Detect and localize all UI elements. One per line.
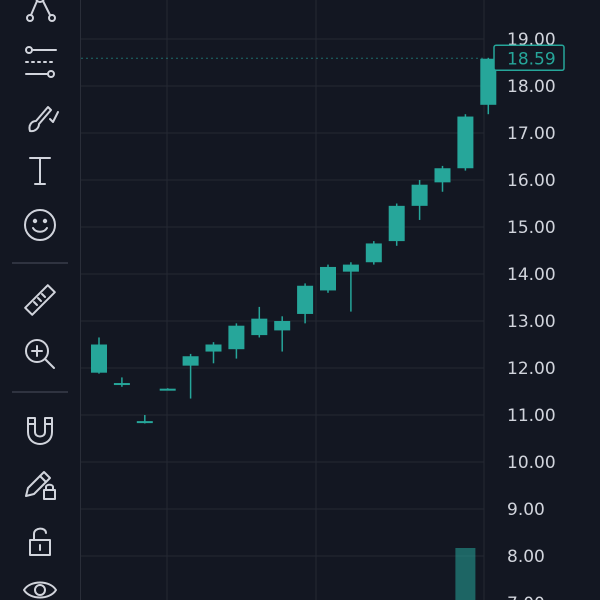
price-tick-label: 18.00 bbox=[507, 77, 556, 97]
candle-body bbox=[113, 383, 130, 386]
tool-visibility[interactable] bbox=[15, 568, 65, 600]
candle-body bbox=[274, 321, 291, 331]
price-tick-label: 7.00 bbox=[507, 594, 545, 600]
magnet-icon bbox=[27, 417, 53, 445]
candle-body bbox=[182, 356, 199, 366]
price-tick-label: 9.00 bbox=[507, 500, 545, 520]
candle-body bbox=[320, 266, 336, 291]
tool-unlock[interactable] bbox=[15, 520, 65, 564]
price-tick-label: 12.00 bbox=[507, 359, 556, 379]
toolbar-separator bbox=[12, 391, 68, 393]
last-price-label: 18.59 bbox=[507, 49, 556, 69]
tool-trend-line[interactable] bbox=[15, 0, 65, 30]
candle-body bbox=[251, 318, 268, 336]
price-tick-label: 8.00 bbox=[507, 547, 545, 567]
tool-brush[interactable] bbox=[15, 95, 65, 139]
candle-body bbox=[411, 184, 428, 206]
candle-body bbox=[434, 168, 451, 183]
trend-line-icon bbox=[26, 0, 56, 22]
price-tick-label: 17.00 bbox=[507, 124, 556, 144]
candle-body bbox=[159, 388, 176, 391]
price-tick-label: 13.00 bbox=[507, 312, 556, 332]
price-chart[interactable]: 19.0018.0017.0016.0015.0014.0013.0012.00… bbox=[81, 0, 600, 600]
tool-ruler[interactable] bbox=[15, 278, 65, 322]
emoji-icon bbox=[24, 209, 56, 241]
tool-fib-retracement[interactable] bbox=[15, 40, 65, 84]
candle-body bbox=[342, 264, 359, 272]
unlock-icon bbox=[29, 527, 51, 556]
price-tick-label: 15.00 bbox=[507, 218, 556, 238]
eye-icon bbox=[23, 581, 57, 599]
candle-body bbox=[297, 285, 314, 314]
chart-app: 19.00 18.00 17.00 16.00 15.00 14.00 13.00 12.00… bbox=[0, 0, 600, 600]
candle-body bbox=[457, 116, 474, 169]
price-tick-label: 16.00 bbox=[507, 171, 556, 191]
candle-body bbox=[205, 344, 222, 352]
ruler-icon bbox=[24, 284, 56, 316]
text-icon bbox=[29, 157, 51, 185]
candle-body bbox=[136, 421, 153, 424]
pencil-lock-icon bbox=[25, 471, 56, 500]
price-tick-label: 14.00 bbox=[507, 265, 556, 285]
tool-lock-drawings[interactable] bbox=[15, 462, 65, 506]
fib-retracement-icon bbox=[25, 46, 57, 78]
candle-body bbox=[91, 344, 107, 373]
drawing-toolbar bbox=[0, 0, 80, 600]
volume-bar bbox=[455, 548, 476, 600]
price-tick-label: 11.00 bbox=[507, 406, 556, 426]
zoom-in-icon bbox=[25, 339, 55, 369]
toolbar-separator bbox=[12, 262, 68, 264]
tool-emoji[interactable] bbox=[15, 203, 65, 247]
tool-magnet[interactable] bbox=[15, 408, 65, 452]
brush-icon bbox=[28, 106, 59, 133]
price-tick-label: 10.00 bbox=[507, 453, 556, 473]
candle-body bbox=[388, 205, 405, 242]
candle-body bbox=[365, 243, 382, 263]
tool-text[interactable] bbox=[15, 148, 65, 192]
tool-zoom-in[interactable] bbox=[15, 332, 65, 376]
candle-body bbox=[228, 325, 245, 350]
